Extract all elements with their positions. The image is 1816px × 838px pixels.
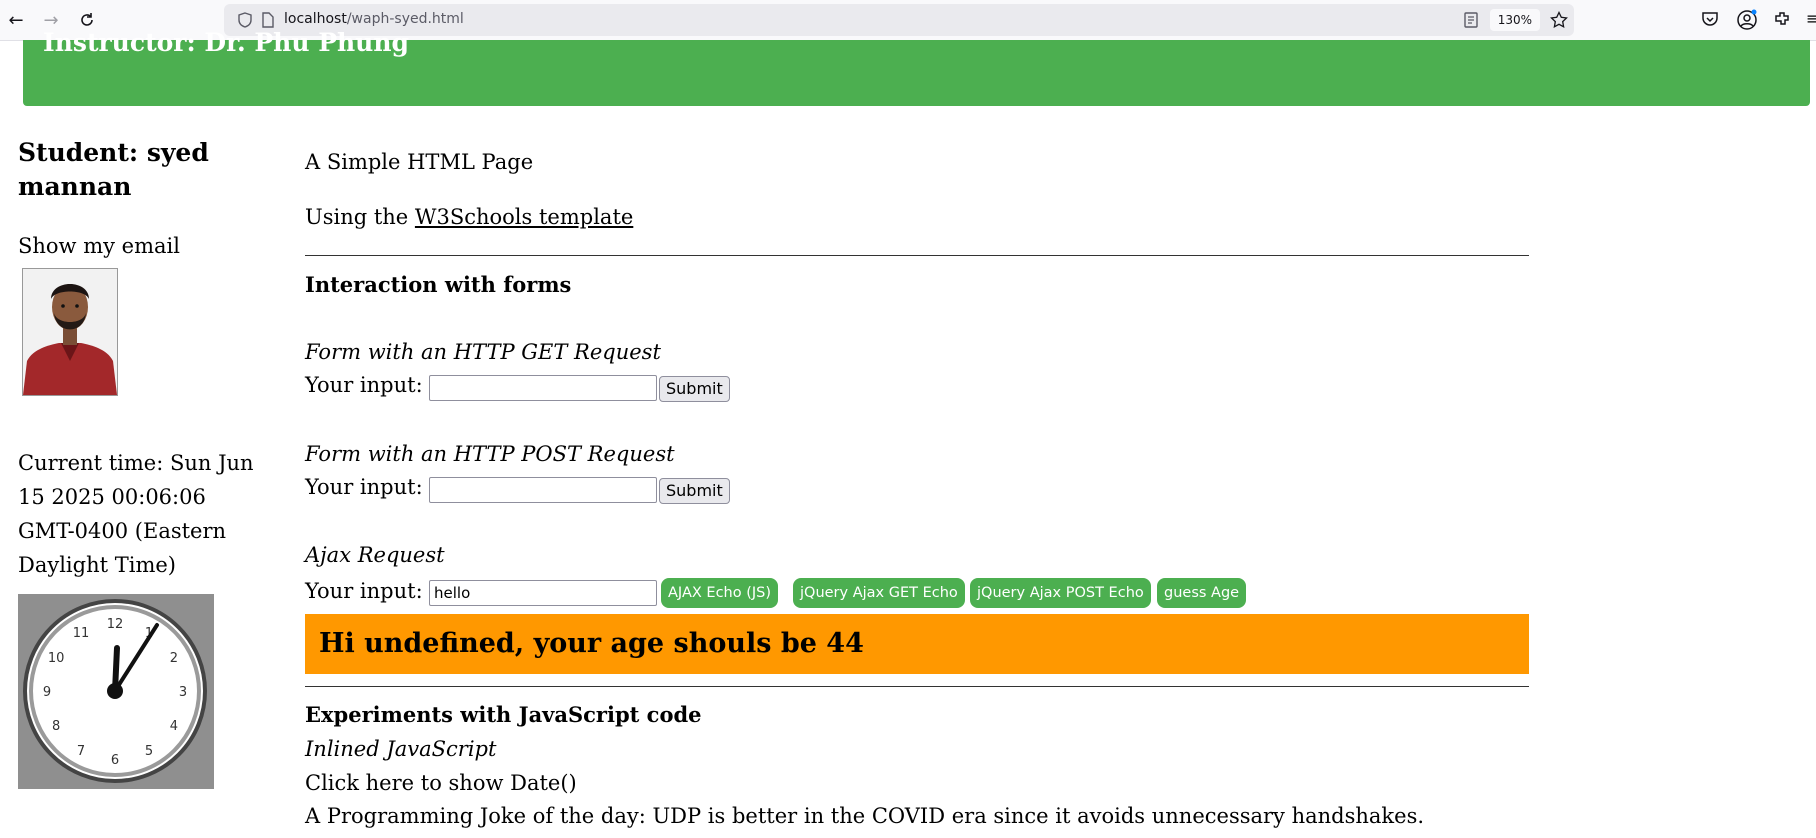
ajax-input-label: Your input: <box>305 579 423 603</box>
get-submit-button[interactable]: Submit <box>659 376 730 402</box>
ajax-echo-button[interactable]: AJAX Echo (JS) <box>661 578 779 608</box>
clock-numeral: 3 <box>179 685 187 700</box>
clock-numeral: 7 <box>77 744 85 759</box>
ajax-heading: Ajax Request <box>305 543 445 567</box>
clock-numeral: 11 <box>73 626 90 641</box>
post-form-heading: Form with an HTTP POST Request <box>305 442 675 466</box>
sidebar: Student: syed mannan Show my email Curre… <box>18 136 268 789</box>
bookmark-star-icon[interactable] <box>1550 10 1568 33</box>
divider <box>305 686 1529 687</box>
joke-text: A Programming Joke of the day: UDP is be… <box>305 804 1425 828</box>
age-result-box: Hi undefined, your age shouls be 44 <box>305 614 1529 674</box>
get-form-heading: Form with an HTTP GET Request <box>305 340 661 364</box>
zoom-level[interactable]: 130% <box>1489 9 1540 31</box>
template-line: Using the W3Schools template <box>305 205 634 229</box>
w3schools-link[interactable]: W3Schools template <box>415 205 633 229</box>
guess-age-button[interactable]: guess Age <box>1157 578 1247 608</box>
instructor-title: Instructor: Dr. Phu Phung <box>43 28 410 57</box>
get-input-label: Your input: <box>305 373 423 397</box>
back-icon[interactable]: ← <box>5 9 27 31</box>
post-input-field[interactable] <box>429 477 657 503</box>
extensions-icon[interactable] <box>1772 9 1792 33</box>
current-time: Current time: Sun Jun 15 2025 00:06:06 G… <box>18 451 254 577</box>
student-photo <box>22 268 118 396</box>
show-email-toggle[interactable]: Show my email <box>18 234 180 258</box>
student-name: Student: syed mannan <box>18 138 209 201</box>
analog-clock: 12 1 2 3 4 5 6 7 8 9 10 11 <box>18 594 214 789</box>
post-submit-button[interactable]: Submit <box>659 478 730 504</box>
js-heading: Experiments with JavaScript code <box>305 702 702 727</box>
clock-numeral: 4 <box>170 719 178 734</box>
clock-numeral: 8 <box>52 719 60 734</box>
inline-js-heading: Inlined JavaScript <box>305 737 497 761</box>
jquery-post-button[interactable]: jQuery Ajax POST Echo <box>970 578 1151 608</box>
age-message: Hi undefined, your age shouls be 44 <box>319 628 864 659</box>
account-icon[interactable] <box>1736 9 1758 35</box>
header-banner: Instructor: Dr. Phu Phung <box>23 28 1810 106</box>
clock-numeral: 10 <box>48 651 65 666</box>
jquery-get-button[interactable]: jQuery Ajax GET Echo <box>793 578 965 608</box>
intro-text: A Simple HTML Page <box>305 150 534 174</box>
clock-numeral: 5 <box>145 744 153 759</box>
clock-numeral: 2 <box>170 651 178 666</box>
forms-heading: Interaction with forms <box>305 272 572 297</box>
clock-numeral: 12 <box>107 617 124 632</box>
reader-view-icon[interactable] <box>1464 12 1478 32</box>
menu-icon[interactable]: ≡ <box>1806 9 1816 28</box>
clock-numeral: 9 <box>43 685 51 700</box>
ajax-input-field[interactable]: hello <box>429 580 657 606</box>
divider <box>305 255 1529 256</box>
url-text[interactable]: localhost/waph-syed.html <box>284 11 464 27</box>
clock-numeral: 6 <box>111 753 119 768</box>
pocket-icon[interactable] <box>1700 9 1720 33</box>
post-input-label: Your input: <box>305 475 423 499</box>
show-date-link[interactable]: Click here to show Date() <box>305 771 577 795</box>
get-input-field[interactable] <box>429 375 657 401</box>
address-bar[interactable]: localhost/waph-syed.html 130% <box>224 4 1574 36</box>
